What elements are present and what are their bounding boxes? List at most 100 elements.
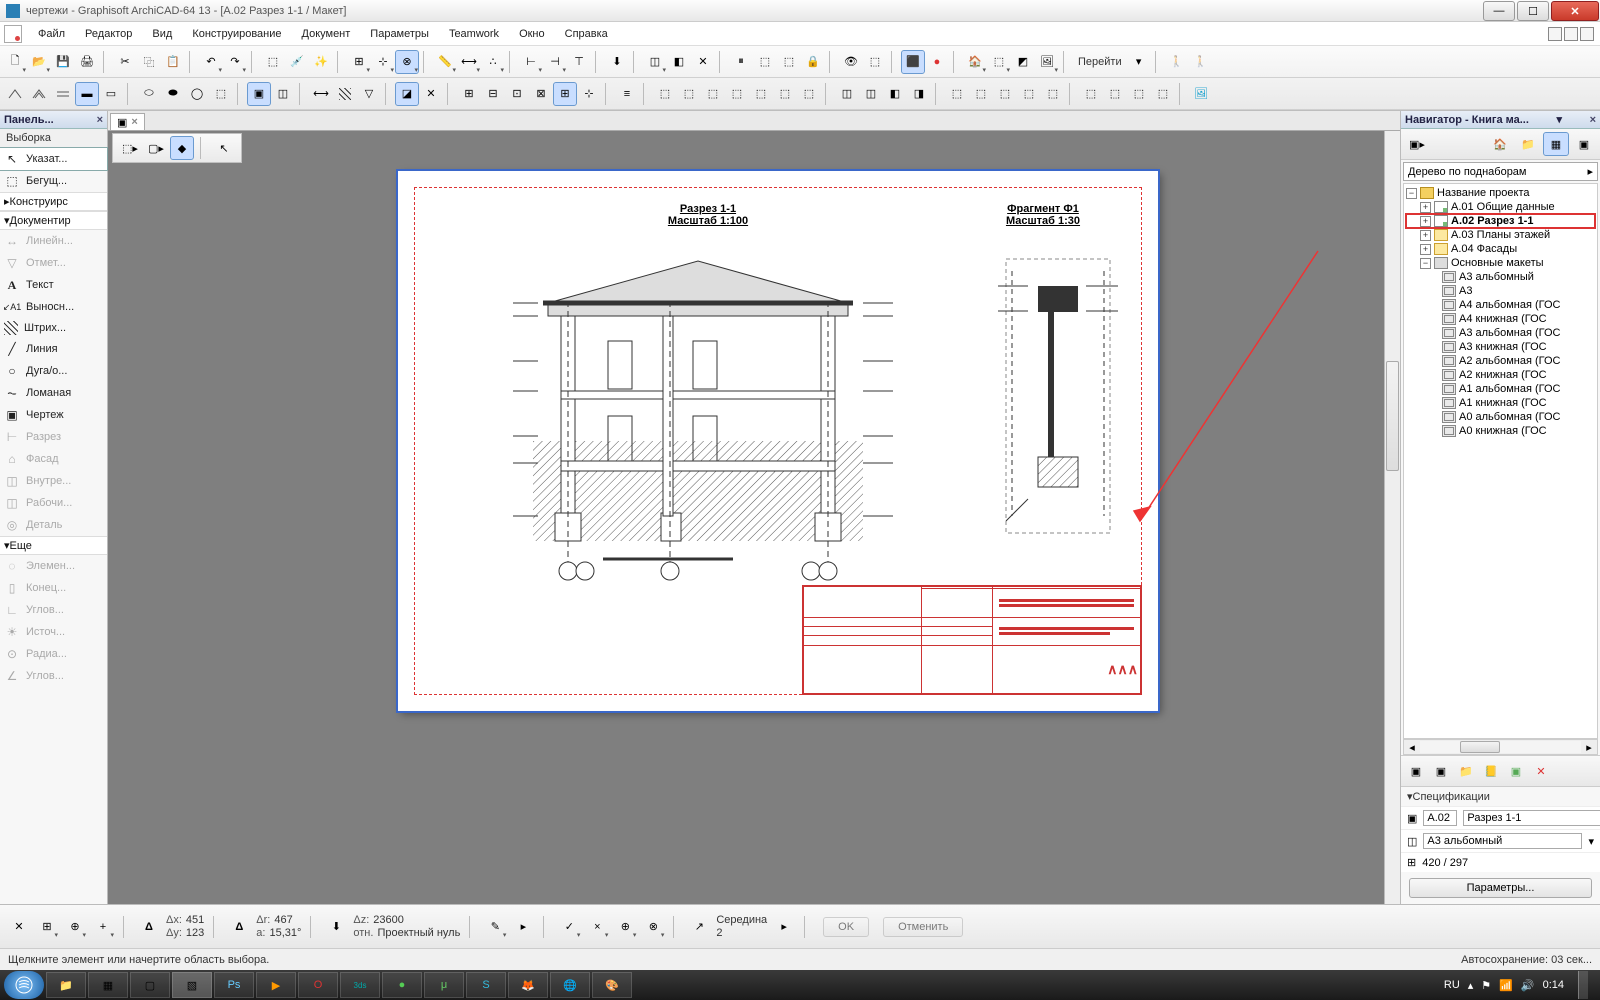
zone-1-button[interactable]: ⬭: [138, 83, 160, 105]
lock-button[interactable]: 🔒: [802, 51, 824, 73]
task-ps[interactable]: Ps: [214, 972, 254, 998]
view-1-button[interactable]: ◪: [396, 83, 418, 105]
tool-more-1[interactable]: ▯Конец...: [0, 577, 107, 599]
menu-teamwork[interactable]: Teamwork: [439, 24, 509, 44]
task-unknown-1[interactable]: ▦: [88, 972, 128, 998]
mdi-close-button[interactable]: [1580, 27, 1594, 41]
op-2-button[interactable]: ⬚: [678, 83, 700, 105]
task-archicad[interactable]: ▧: [172, 972, 212, 998]
show-button[interactable]: 👁: [840, 51, 862, 73]
tool-more-5[interactable]: ∠Углов...: [0, 665, 107, 687]
arr-4-button[interactable]: ◨: [908, 83, 930, 105]
guide-1-button[interactable]: ✎: [484, 916, 506, 938]
coord-delta-button[interactable]: Δ: [138, 916, 160, 938]
tool-arrow[interactable]: ↖Указат...: [0, 148, 107, 170]
group-button[interactable]: ⬚: [754, 51, 776, 73]
nav-new-layout-button[interactable]: ▣: [1405, 760, 1427, 782]
scroll-right-icon[interactable]: ▸: [1581, 741, 1597, 754]
magic-wand-button[interactable]: ✨: [310, 51, 332, 73]
mesh-button[interactable]: [52, 83, 74, 105]
cancel-button[interactable]: Отменить: [883, 917, 963, 937]
dim-2-button[interactable]: ⊣: [544, 51, 566, 73]
tool-more-4[interactable]: ⊙Радиа...: [0, 643, 107, 665]
task-green[interactable]: ●: [382, 972, 422, 998]
tool-arc[interactable]: ○Дуга/о...: [0, 360, 107, 382]
tree-master-item[interactable]: A0 книжная (ГОС: [1406, 424, 1595, 438]
tool-detail[interactable]: ◎Деталь: [0, 514, 107, 536]
tray-volume-icon[interactable]: 🔊: [1521, 979, 1535, 992]
layout-code-input[interactable]: [1423, 810, 1457, 826]
edit-5-button[interactable]: ⊞: [554, 83, 576, 105]
menu-file[interactable]: Файл: [28, 24, 75, 44]
render-button[interactable]: 🖼: [1036, 51, 1058, 73]
system-tray[interactable]: RU ▴ ⚑ 📶 🔊 0:14: [1444, 971, 1596, 999]
3d-window-button[interactable]: 🏠: [964, 51, 986, 73]
grid-snap-button[interactable]: ⊞: [348, 51, 370, 73]
walk-1-button[interactable]: 🚶: [1166, 51, 1188, 73]
3d-settings-button[interactable]: ⬚: [988, 51, 1010, 73]
tool-interior[interactable]: ◫Внутре...: [0, 470, 107, 492]
canvas-tool-2[interactable]: ▢▸: [145, 137, 167, 159]
suspend-button[interactable]: ⏸: [730, 51, 752, 73]
bool-3-button[interactable]: ⬚: [994, 83, 1016, 105]
tree-layout-3[interactable]: +A.03 Планы этажей: [1406, 228, 1595, 242]
coord-snap-button[interactable]: +: [92, 916, 114, 938]
doc-tab-close[interactable]: ×: [131, 116, 137, 128]
nav-publisher-button[interactable]: ▣: [1572, 133, 1596, 155]
print-button[interactable]: 🖨: [76, 51, 98, 73]
arr-1-button[interactable]: ◫: [836, 83, 858, 105]
gravity-button[interactable]: ⬇: [606, 51, 628, 73]
tray-up-icon[interactable]: ▴: [1468, 979, 1474, 992]
tree-master-item[interactable]: A4 альбомная (ГОС: [1406, 298, 1595, 312]
nav-delete-button[interactable]: ✕: [1530, 760, 1552, 782]
navigator-menu-icon[interactable]: ▾: [1556, 113, 1562, 126]
undo-button[interactable]: ↶: [200, 51, 222, 73]
tree-layout-1[interactable]: +A.01 Общие данные: [1406, 200, 1595, 214]
snap-mid-button[interactable]: ↗: [688, 916, 710, 938]
tool-more-2[interactable]: ∟Углов...: [0, 599, 107, 621]
snap-4-button[interactable]: ⊗: [642, 916, 664, 938]
tool-drawing[interactable]: ▣Чертеж: [0, 404, 107, 426]
tool-polyline[interactable]: ⏦Ломаная: [0, 382, 107, 404]
coord-origin-button[interactable]: ⊕: [64, 916, 86, 938]
scroll-thumb[interactable]: [1460, 741, 1500, 753]
save-button[interactable]: 💾: [52, 51, 74, 73]
edit-2-button[interactable]: ⊟: [482, 83, 504, 105]
coord-x-button[interactable]: ✕: [8, 916, 30, 938]
tool-label[interactable]: ↙A1Выносн...: [0, 296, 107, 318]
op-7-button[interactable]: ⬚: [798, 83, 820, 105]
tool-more-0[interactable]: ◌Элемен...: [0, 555, 107, 577]
bool-4-button[interactable]: ⬚: [1018, 83, 1040, 105]
ruler-button[interactable]: 📏: [434, 51, 456, 73]
edit-4-button[interactable]: ⊠: [530, 83, 552, 105]
task-3ds[interactable]: 3ds: [340, 972, 380, 998]
menu-view[interactable]: Вид: [142, 24, 182, 44]
show-desktop-button[interactable]: [1578, 971, 1588, 999]
nav-views-button[interactable]: 📁: [1516, 133, 1540, 155]
task-unknown-2[interactable]: ▢: [130, 972, 170, 998]
highlight-button[interactable]: ●: [926, 51, 948, 73]
nav-new-folder-button[interactable]: 📁: [1455, 760, 1477, 782]
guide-2-button[interactable]: ▸: [512, 916, 534, 938]
task-paint[interactable]: 🎨: [592, 972, 632, 998]
snap-guides-button[interactable]: ⊹: [372, 51, 394, 73]
open-button[interactable]: 📂: [28, 51, 50, 73]
canvas-cursor[interactable]: ↖: [213, 137, 235, 159]
snap-1-button[interactable]: ✓: [558, 916, 580, 938]
misc-3-button[interactable]: ⬚: [1128, 83, 1150, 105]
canvas-tool-3[interactable]: ◆: [171, 137, 193, 159]
spec-header[interactable]: Спецификации: [1401, 786, 1600, 806]
3d-cutaway-button[interactable]: ◩: [1012, 51, 1034, 73]
mdi-minimize-button[interactable]: [1548, 27, 1562, 41]
new-button[interactable]: 🗋: [4, 51, 26, 73]
tree-scrollbar-h[interactable]: ◂▸: [1403, 739, 1598, 755]
tree-master-item[interactable]: A1 книжная (ГОС: [1406, 396, 1595, 410]
tree-layout-2-selected[interactable]: +A.02 Разрез 1-1: [1406, 214, 1595, 228]
tool-section[interactable]: ⊢Разрез: [0, 426, 107, 448]
canvas-scrollbar-v[interactable]: [1384, 131, 1400, 904]
tree-master-item[interactable]: A3 книжная (ГОС: [1406, 340, 1595, 354]
nav-new-book-button[interactable]: 📒: [1480, 760, 1502, 782]
menu-design[interactable]: Конструирование: [182, 24, 291, 44]
op-4-button[interactable]: ⬚: [726, 83, 748, 105]
group-more[interactable]: Еще: [0, 536, 107, 555]
